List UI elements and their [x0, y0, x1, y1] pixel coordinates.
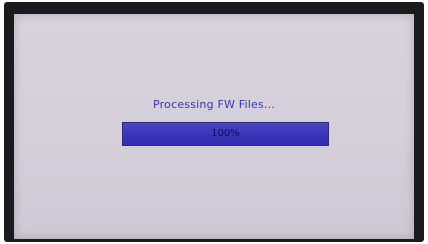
progress-bar: 100%: [122, 122, 329, 146]
device-bezel: Processing FW Files... 100%: [4, 2, 424, 242]
status-message: Processing FW Files...: [153, 98, 275, 111]
display-screen: Processing FW Files... 100%: [14, 14, 414, 239]
progress-percentage: 100%: [211, 128, 240, 139]
device: Processing FW Files... 100%: [0, 0, 428, 244]
